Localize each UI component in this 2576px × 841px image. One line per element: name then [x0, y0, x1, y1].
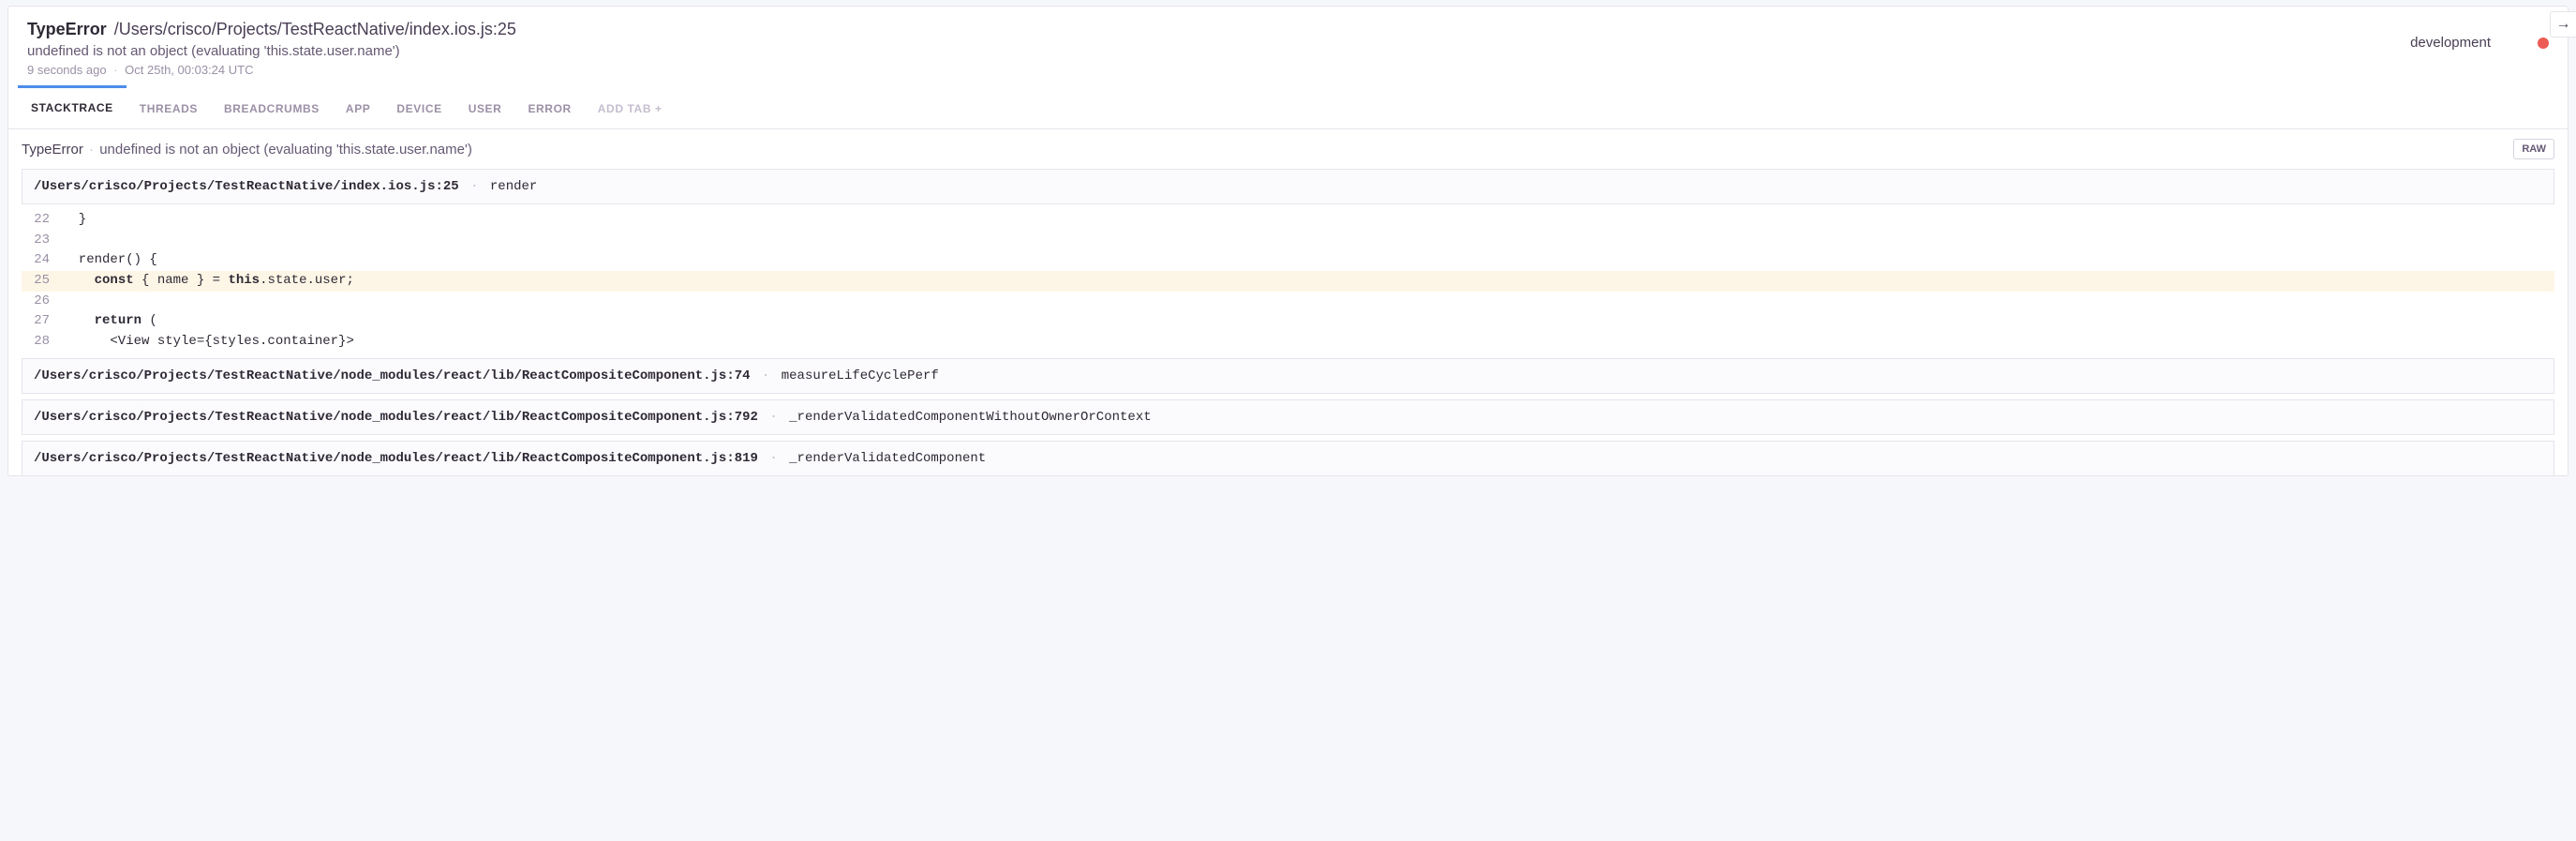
- code-line: 26: [22, 292, 2554, 312]
- raw-button[interactable]: RAW: [2513, 139, 2554, 159]
- expand-arrow-button[interactable]: →: [2550, 11, 2576, 38]
- sub-error-type: TypeError: [22, 142, 83, 158]
- tab-user[interactable]: USER: [455, 86, 515, 128]
- frame-path: /Users/crisco/Projects/TestReactNative/n…: [34, 451, 758, 466]
- line-number: 28: [22, 332, 63, 353]
- line-number: 22: [22, 210, 63, 231]
- error-age: 9 seconds ago: [27, 63, 107, 77]
- code-line: 27 return (: [22, 311, 2554, 332]
- code-text: render() {: [63, 250, 157, 271]
- error-panel: TypeError /Users/crisco/Projects/TestRea…: [7, 6, 2569, 476]
- tab-bar: STACKTRACE THREADS BREADCRUMBS APP DEVIC…: [8, 86, 2568, 129]
- frame-function: _renderValidatedComponent: [789, 451, 986, 466]
- frame-dot-icon: ·: [470, 179, 478, 194]
- frame-function: measureLifeCyclePerf: [782, 368, 939, 383]
- tab-stacktrace[interactable]: STACKTRACE: [18, 85, 127, 128]
- header-right: development: [2410, 20, 2549, 51]
- environment-label: development: [2410, 35, 2491, 51]
- frame-dot-icon: ·: [769, 410, 777, 425]
- tab-app[interactable]: APP: [333, 86, 383, 128]
- tab-threads[interactable]: THREADS: [127, 86, 211, 128]
- code-line: 24 render() {: [22, 250, 2554, 271]
- code-text: const { name } = this.state.user;: [63, 271, 354, 292]
- line-number: 24: [22, 250, 63, 271]
- code-text: return (: [63, 311, 157, 332]
- header-left: TypeError /Users/crisco/Projects/TestRea…: [27, 20, 2410, 77]
- line-number: 23: [22, 231, 63, 251]
- arrow-right-icon: →: [2556, 16, 2571, 33]
- sub-error-message: undefined is not an object (evaluating '…: [99, 142, 472, 158]
- meta-row: 9 seconds ago · Oct 25th, 00:03:24 UTC: [27, 63, 2410, 77]
- tab-device[interactable]: DEVICE: [383, 86, 454, 128]
- error-message: undefined is not an object (evaluating '…: [27, 43, 2410, 59]
- subheader-left: TypeError · undefined is not an object (…: [22, 142, 472, 158]
- tab-breadcrumbs[interactable]: BREADCRUMBS: [211, 86, 333, 128]
- error-location: /Users/crisco/Projects/TestReactNative/i…: [114, 20, 516, 39]
- code-line-highlighted: 25 const { name } = this.state.user;: [22, 271, 2554, 292]
- error-type: TypeError: [27, 20, 107, 39]
- code-line: 23: [22, 231, 2554, 251]
- code-line: 28 <View style={styles.container}>: [22, 332, 2554, 353]
- sub-dot-icon: ·: [89, 142, 94, 158]
- code-text: }: [63, 210, 86, 231]
- tab-add[interactable]: ADD TAB +: [585, 86, 676, 128]
- frame-function: render: [490, 179, 537, 194]
- frame-dot-icon: ·: [762, 368, 769, 383]
- error-header: TypeError /Users/crisco/Projects/TestRea…: [8, 7, 2568, 86]
- line-number: 27: [22, 311, 63, 332]
- stack-frame[interactable]: /Users/crisco/Projects/TestReactNative/n…: [22, 358, 2554, 394]
- title-row: TypeError /Users/crisco/Projects/TestRea…: [27, 20, 2410, 39]
- frame-path: /Users/crisco/Projects/TestReactNative/i…: [34, 179, 459, 194]
- line-number: 26: [22, 292, 63, 312]
- status-dot-icon: [2538, 38, 2549, 49]
- stack-frame[interactable]: /Users/crisco/Projects/TestReactNative/n…: [22, 441, 2554, 475]
- code-block: 22 } 23 24 render() { 25 const { name } …: [22, 210, 2554, 353]
- stack-frame[interactable]: /Users/crisco/Projects/TestReactNative/n…: [22, 399, 2554, 435]
- line-number: 25: [22, 271, 63, 292]
- subheader: TypeError · undefined is not an object (…: [8, 129, 2568, 169]
- meta-separator: ·: [113, 63, 117, 77]
- tab-error[interactable]: ERROR: [514, 86, 584, 128]
- code-text: <View style={styles.container}>: [63, 332, 354, 353]
- error-timestamp: Oct 25th, 00:03:24 UTC: [125, 63, 253, 77]
- stack-frame[interactable]: /Users/crisco/Projects/TestReactNative/i…: [22, 169, 2554, 204]
- frame-function: _renderValidatedComponentWithoutOwnerOrC…: [789, 410, 1151, 425]
- frame-path: /Users/crisco/Projects/TestReactNative/n…: [34, 410, 758, 425]
- frame-path: /Users/crisco/Projects/TestReactNative/n…: [34, 368, 751, 383]
- frame-dot-icon: ·: [769, 451, 777, 466]
- code-line: 22 }: [22, 210, 2554, 231]
